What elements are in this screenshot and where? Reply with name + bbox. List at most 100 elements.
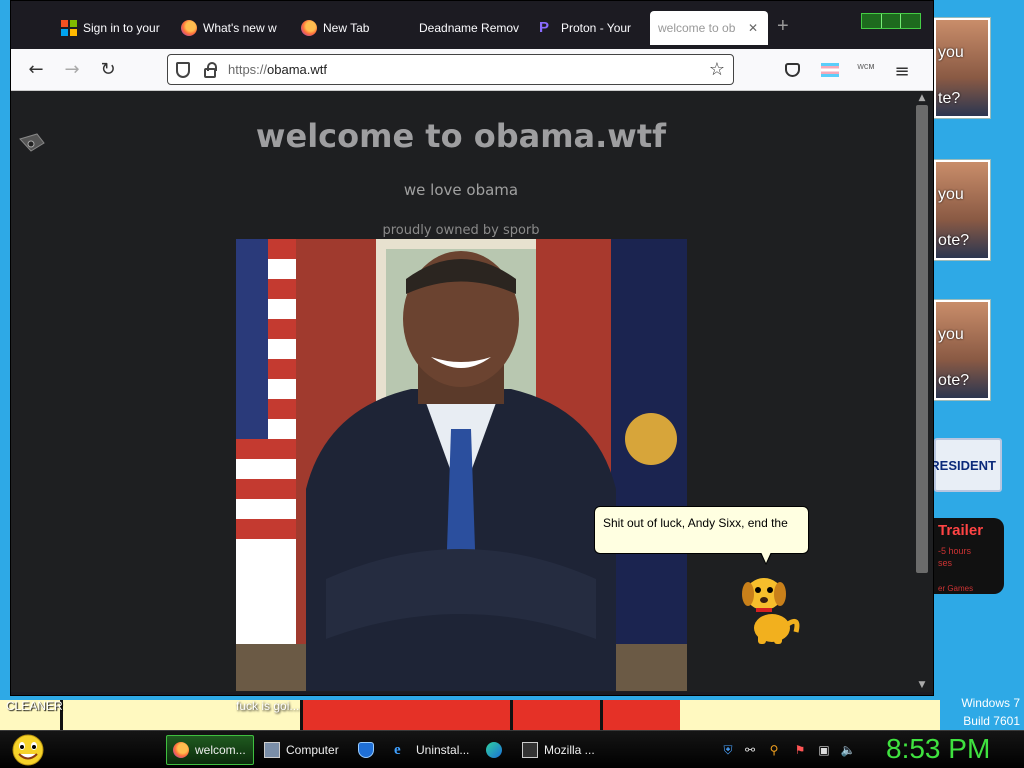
network-tray-icon[interactable]: ⚯ (742, 742, 758, 758)
firefox-icon (181, 20, 197, 36)
tab-sign-in[interactable]: Sign in to your (53, 11, 171, 45)
back-arrow-icon[interactable]: ← (25, 59, 47, 81)
presidential-flag (611, 239, 687, 691)
taskbar-item-firefox[interactable]: welcom... (166, 735, 254, 765)
ad-text: you (938, 44, 964, 61)
volume-icon[interactable]: 🔈 (840, 742, 856, 758)
wallpaper-line (510, 700, 513, 730)
firefox-icon (173, 742, 189, 758)
assistant-speech-bubble[interactable]: Shit out of luck, Andy Sixx, end the (594, 506, 809, 554)
ad-text: ote? (938, 372, 970, 389)
pocket-icon[interactable] (785, 63, 800, 77)
ad-text: te? (938, 90, 961, 107)
president-ad-text: RESIDENT (930, 457, 996, 473)
lock-icon[interactable] (204, 61, 217, 78)
windows-version-text: Windows 7 (961, 696, 1020, 710)
american-flag (236, 239, 296, 691)
computer-icon (264, 742, 280, 758)
ad-text: you (938, 326, 964, 343)
firefox-icon (301, 20, 317, 36)
trailer-ad-title: Trailer (938, 522, 984, 539)
windows-build-text: Build 7601 (963, 714, 1020, 728)
vote-ad-3[interactable]: you ote? (934, 300, 990, 400)
proton-icon: P (539, 19, 550, 36)
cleaner-desktop-label[interactable]: CLEANER (6, 699, 63, 713)
wallpaper-caption: fuck is goi... (236, 699, 300, 713)
taskbar-item-label: Uninstal... (416, 743, 470, 757)
taskbar-item-label: Computer (286, 743, 339, 757)
security-tray-icon[interactable]: ⛨ (720, 742, 736, 758)
windows-build-watermark: Windows 7 Build 7601 (940, 694, 1020, 730)
tab-welcome-obama[interactable]: welcome to ob ✕ (650, 11, 768, 45)
tab-deadname-remover[interactable]: Deadname Remov (411, 11, 529, 45)
taskbar-item-mozilla[interactable]: Mozilla ... (516, 735, 606, 765)
maximize-button[interactable] (882, 14, 902, 28)
taskbar-item-shield[interactable] (352, 735, 386, 765)
forward-arrow-icon[interactable]: → (61, 59, 83, 81)
tracking-shield-icon[interactable] (176, 61, 190, 78)
speech-bubble-tail (760, 552, 772, 565)
tab-label: welcome to ob (658, 21, 736, 35)
new-tab-button[interactable]: + (777, 15, 789, 38)
start-button-smiley-icon[interactable] (8, 733, 48, 767)
window-icon (522, 742, 538, 758)
hamburger-menu-icon[interactable]: ≡ (893, 61, 911, 82)
trailer-ad-line: ses (938, 558, 953, 568)
page-scrollbar[interactable]: ▲ ▼ (911, 91, 933, 692)
scroll-down-icon[interactable]: ▼ (915, 680, 929, 690)
action-center-flag-icon[interactable]: ⚑ (792, 742, 808, 758)
page-subtitle: we love obama (403, 181, 519, 199)
trailer-ad[interactable]: Trailer -5 hours ses er Games (934, 518, 1004, 594)
taskbar-item-label: welcom... (195, 743, 246, 757)
tab-new-tab[interactable]: New Tab (293, 11, 411, 45)
close-window-button[interactable] (901, 14, 920, 28)
tab-proton[interactable]: P Proton - Your (531, 11, 649, 45)
owner-line: proudly owned by sporb (382, 223, 540, 238)
tab-label: Deadname Remov (419, 21, 520, 35)
wallpaper-line (600, 700, 603, 730)
taskbar: welcom... Computer e Uninstal... Mozilla… (0, 730, 1024, 768)
url-text[interactable]: https://obama.wtf (228, 62, 709, 77)
clock[interactable]: 8:53 PM (886, 733, 990, 765)
url-scheme: https:// (228, 62, 268, 77)
search-tray-icon[interactable]: ⚲ (766, 742, 782, 758)
edge-icon (486, 742, 502, 758)
minimize-button[interactable] (862, 14, 882, 28)
extension-icon[interactable]: ᴡᴄᴍ (857, 61, 875, 79)
navigation-toolbar: ← → ↻ https://obama.wtf ☆ ᴡᴄᴍ ≡ (11, 49, 933, 91)
president-ad[interactable]: RESIDENT (930, 438, 1002, 492)
dog-assistant-icon[interactable] (738, 572, 802, 646)
taskbar-item-label: Mozilla ... (544, 743, 595, 757)
taskbar-item-computer[interactable]: Computer (258, 735, 348, 765)
wallpaper-red-area (300, 700, 680, 730)
wallpaper-line (300, 700, 303, 730)
close-tab-icon[interactable]: ✕ (748, 21, 760, 35)
trailer-ad-line: -5 hours (938, 546, 972, 556)
display-tray-icon[interactable]: ▣ (816, 742, 832, 758)
tab-label: Proton - Your (561, 21, 632, 35)
tab-label: What's new w (203, 21, 277, 35)
shield-icon (358, 742, 374, 758)
vote-ad-1[interactable]: you te? (934, 18, 990, 118)
scroll-up-icon[interactable]: ▲ (915, 93, 929, 103)
trans-flag-extension-icon[interactable] (821, 63, 839, 77)
tab-whats-new[interactable]: What's new w (173, 11, 291, 45)
page-title: welcome to obama.wtf (255, 117, 667, 155)
ad-text: ote? (938, 232, 970, 249)
reload-icon[interactable]: ↻ (97, 59, 119, 81)
microsoft-icon (61, 20, 77, 36)
ie-icon: e (394, 742, 401, 758)
taskbar-item-edge[interactable] (480, 735, 514, 765)
taskbar-item-uninstall[interactable]: e Uninstal... (388, 735, 484, 765)
window-controls[interactable] (861, 13, 921, 29)
tab-strip: Sign in to your What's new w New Tab Dea… (11, 1, 933, 49)
scroll-thumb[interactable] (916, 105, 928, 573)
bookmark-star-icon[interactable]: ☆ (709, 59, 725, 80)
trailer-ad-line: er Games (938, 584, 974, 593)
ad-text: you (938, 186, 964, 203)
url-host: obama.wtf (267, 62, 328, 77)
vote-ad-2[interactable]: you ote? (934, 160, 990, 260)
obama-portrait-image (236, 239, 687, 691)
address-bar[interactable]: https://obama.wtf ☆ (167, 54, 734, 85)
tab-label: New Tab (323, 21, 370, 35)
